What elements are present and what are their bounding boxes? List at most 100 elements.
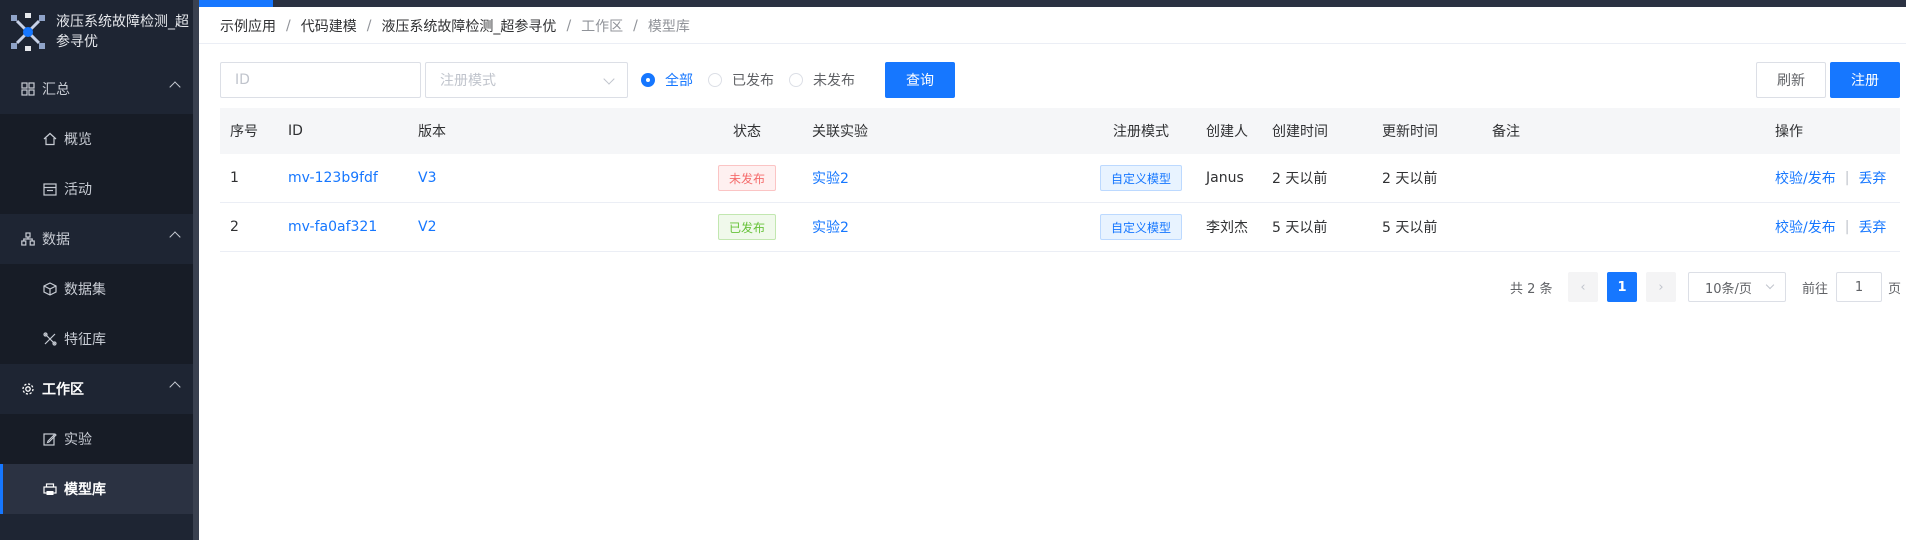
sidebar-group-label: 工作区 bbox=[42, 382, 84, 398]
chevron-down-icon bbox=[603, 73, 615, 85]
register-mode-placeholder: 注册模式 bbox=[440, 73, 496, 89]
header-register-mode: 注册模式 bbox=[1113, 124, 1169, 140]
radio-dot bbox=[708, 73, 722, 87]
id-search-input[interactable] bbox=[220, 62, 421, 98]
sidebar-item-overview[interactable]: 概览 bbox=[0, 114, 199, 164]
cell-creator: 李刘杰 bbox=[1206, 220, 1248, 236]
prev-page-button[interactable]: ‹ bbox=[1568, 272, 1598, 302]
app-logo-area[interactable]: 液压系统故障检测_超参寻优 bbox=[0, 0, 199, 64]
page-size-value: 10条/页 bbox=[1705, 281, 1752, 297]
breadcrumb-item-current: 模型库 bbox=[647, 19, 690, 35]
header-id: ID bbox=[288, 123, 303, 139]
header-updated-time: 更新时间 bbox=[1382, 124, 1438, 140]
cell-id-link[interactable]: mv-fa0af321 bbox=[288, 203, 377, 251]
breadcrumb-item-app[interactable]: 示例应用 bbox=[220, 16, 276, 36]
cell-id-link[interactable]: mv-123b9fdf bbox=[288, 154, 378, 202]
refresh-button[interactable]: 刷新 bbox=[1756, 62, 1826, 98]
chevron-right-icon: › bbox=[1658, 279, 1664, 295]
status-badge: 未发布 bbox=[718, 165, 777, 191]
top-bar bbox=[199, 0, 1906, 7]
sidebar-group-workspace[interactable]: 工作区 bbox=[0, 364, 199, 414]
breadcrumb-separator: / bbox=[633, 18, 638, 34]
radio-label: 未发布 bbox=[813, 73, 855, 89]
sidebar-item-model-library[interactable]: 模型库 bbox=[0, 464, 199, 514]
table-header: 序号 ID 版本 状态 关联实验 注册模式 创建人 创建时间 更新时间 备注 操… bbox=[220, 108, 1900, 154]
discard-link[interactable]: 丢弃 bbox=[1858, 168, 1886, 188]
cell-version-link[interactable]: V3 bbox=[418, 154, 436, 202]
sidebar-scrollbar[interactable] bbox=[193, 0, 199, 540]
verify-publish-link[interactable]: 校验/发布 bbox=[1775, 217, 1836, 237]
next-page-button[interactable]: › bbox=[1646, 272, 1676, 302]
header-remark: 备注 bbox=[1492, 124, 1520, 140]
header-operations: 操作 bbox=[1775, 124, 1803, 140]
register-button[interactable]: 注册 bbox=[1830, 62, 1900, 98]
header-index: 序号 bbox=[230, 124, 258, 140]
chevron-down-icon bbox=[1765, 280, 1775, 290]
cell-experiment-link[interactable]: 实验2 bbox=[812, 154, 849, 202]
sidebar-item-experiments[interactable]: 实验 bbox=[0, 414, 199, 464]
register-mode-badge: 自定义模型 bbox=[1100, 214, 1183, 240]
radio-label: 全部 bbox=[665, 73, 693, 89]
goto-suffix: 页 bbox=[1888, 281, 1902, 297]
table-row: 1 mv-123b9fdf V3 未发布 实验2 自定义模型 Janus 2 天… bbox=[220, 154, 1900, 203]
cell-experiment-link[interactable]: 实验2 bbox=[812, 203, 849, 251]
cell-created-time: 5 天以前 bbox=[1272, 220, 1328, 236]
operation-separator: | bbox=[1844, 170, 1850, 186]
breadcrumb-item-code-modeling[interactable]: 代码建模 bbox=[301, 16, 357, 36]
radio-label: 已发布 bbox=[732, 73, 774, 89]
cell-index: 2 bbox=[230, 219, 239, 235]
radio-dot bbox=[641, 73, 655, 87]
query-button[interactable]: 查询 bbox=[885, 62, 955, 98]
app-logo-icon bbox=[8, 12, 48, 52]
page-button-current[interactable]: 1 bbox=[1607, 272, 1637, 302]
top-bar-accent bbox=[199, 0, 273, 7]
breadcrumb-item-project[interactable]: 液压系统故障检测_超参寻优 bbox=[381, 16, 556, 36]
breadcrumb-item-workspace[interactable]: 工作区 bbox=[581, 16, 623, 36]
grid-icon bbox=[20, 81, 36, 97]
home-icon bbox=[42, 131, 58, 147]
page-size-select[interactable]: 10条/页 bbox=[1688, 272, 1786, 302]
table-row: 2 mv-fa0af321 V2 已发布 实验2 自定义模型 李刘杰 5 天以前… bbox=[220, 203, 1900, 252]
radio-published[interactable]: 已发布 bbox=[708, 70, 774, 90]
cell-version-link[interactable]: V2 bbox=[418, 203, 436, 251]
breadcrumb-separator: / bbox=[566, 18, 572, 34]
hierarchy-icon bbox=[20, 231, 36, 247]
sidebar-group-label: 汇总 bbox=[42, 82, 70, 98]
header-divider bbox=[199, 43, 1906, 44]
register-mode-badge: 自定义模型 bbox=[1100, 165, 1183, 191]
radio-unpublished[interactable]: 未发布 bbox=[789, 70, 855, 90]
header-creator: 创建人 bbox=[1206, 124, 1248, 140]
sidebar-item-features[interactable]: 特征库 bbox=[0, 314, 199, 364]
sidebar-group-summary[interactable]: 汇总 bbox=[0, 64, 199, 114]
discard-link[interactable]: 丢弃 bbox=[1858, 217, 1886, 237]
verify-publish-link[interactable]: 校验/发布 bbox=[1775, 168, 1836, 188]
edit-icon bbox=[42, 431, 58, 447]
status-badge: 已发布 bbox=[718, 214, 777, 240]
sidebar: 液压系统故障检测_超参寻优 汇总 概览 活动 数据 数据集 特征库 工作区 实验… bbox=[0, 0, 199, 540]
radio-dot bbox=[789, 73, 803, 87]
sidebar-item-activity[interactable]: 活动 bbox=[0, 164, 199, 214]
radio-all[interactable]: 全部 bbox=[641, 70, 693, 90]
cell-updated-time: 5 天以前 bbox=[1382, 220, 1438, 236]
goto-page-input[interactable] bbox=[1836, 272, 1882, 302]
sidebar-item-label: 实验 bbox=[64, 432, 92, 448]
sidebar-item-label: 特征库 bbox=[64, 332, 106, 348]
sidebar-item-label: 模型库 bbox=[64, 482, 106, 498]
app-title: 液压系统故障检测_超参寻优 bbox=[56, 14, 189, 50]
chevron-up-icon bbox=[169, 81, 181, 93]
cell-created-time: 2 天以前 bbox=[1272, 171, 1328, 187]
register-mode-select[interactable]: 注册模式 bbox=[425, 62, 628, 98]
sidebar-item-label: 活动 bbox=[64, 182, 92, 198]
pagination-total: 共 2 条 bbox=[1510, 281, 1553, 297]
breadcrumb-separator: / bbox=[286, 18, 291, 34]
sidebar-item-label: 数据集 bbox=[64, 282, 106, 298]
sidebar-group-data[interactable]: 数据 bbox=[0, 214, 199, 264]
row-operations: 校验/发布 | 丢弃 bbox=[1775, 203, 1886, 251]
cell-creator: Janus bbox=[1206, 170, 1244, 186]
header-status: 状态 bbox=[733, 124, 761, 140]
header-version: 版本 bbox=[418, 124, 446, 140]
sidebar-item-datasets[interactable]: 数据集 bbox=[0, 264, 199, 314]
chevron-up-icon bbox=[169, 231, 181, 243]
chevron-up-icon bbox=[169, 381, 181, 393]
chevron-left-icon: ‹ bbox=[1580, 279, 1586, 295]
